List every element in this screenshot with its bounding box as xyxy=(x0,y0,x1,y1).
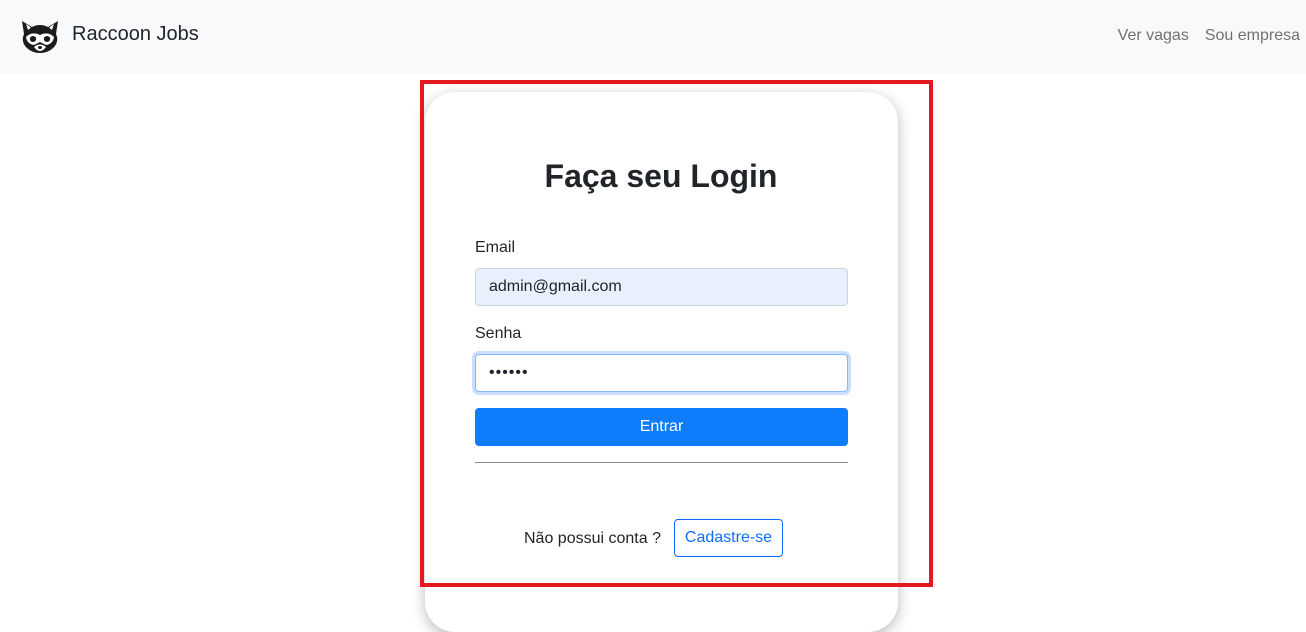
brand-link[interactable]: Raccoon Jobs xyxy=(19,17,199,55)
nav-link-sou-empresa[interactable]: Sou empresa xyxy=(1205,27,1300,45)
raccoon-icon xyxy=(19,18,61,54)
email-label: Email xyxy=(475,239,516,256)
login-title: Faça seu Login xyxy=(544,158,778,194)
nav-link-ver-vagas[interactable]: Ver vagas xyxy=(1118,27,1189,45)
nav-links: Ver vagas Sou empresa xyxy=(1118,27,1300,45)
divider xyxy=(475,462,848,463)
login-submit-button[interactable]: Entrar xyxy=(475,408,848,446)
signup-prompt: Não possui conta ? xyxy=(524,530,661,547)
navbar: Raccoon Jobs Ver vagas Sou empresa xyxy=(0,0,1306,74)
login-title-wrap: Faça seu Login xyxy=(0,158,1306,195)
signup-button[interactable]: Cadastre-se xyxy=(674,519,783,557)
brand-name: Raccoon Jobs xyxy=(72,22,199,45)
email-field[interactable] xyxy=(475,268,848,306)
password-label: Senha xyxy=(475,325,522,342)
password-field[interactable] xyxy=(475,354,848,392)
